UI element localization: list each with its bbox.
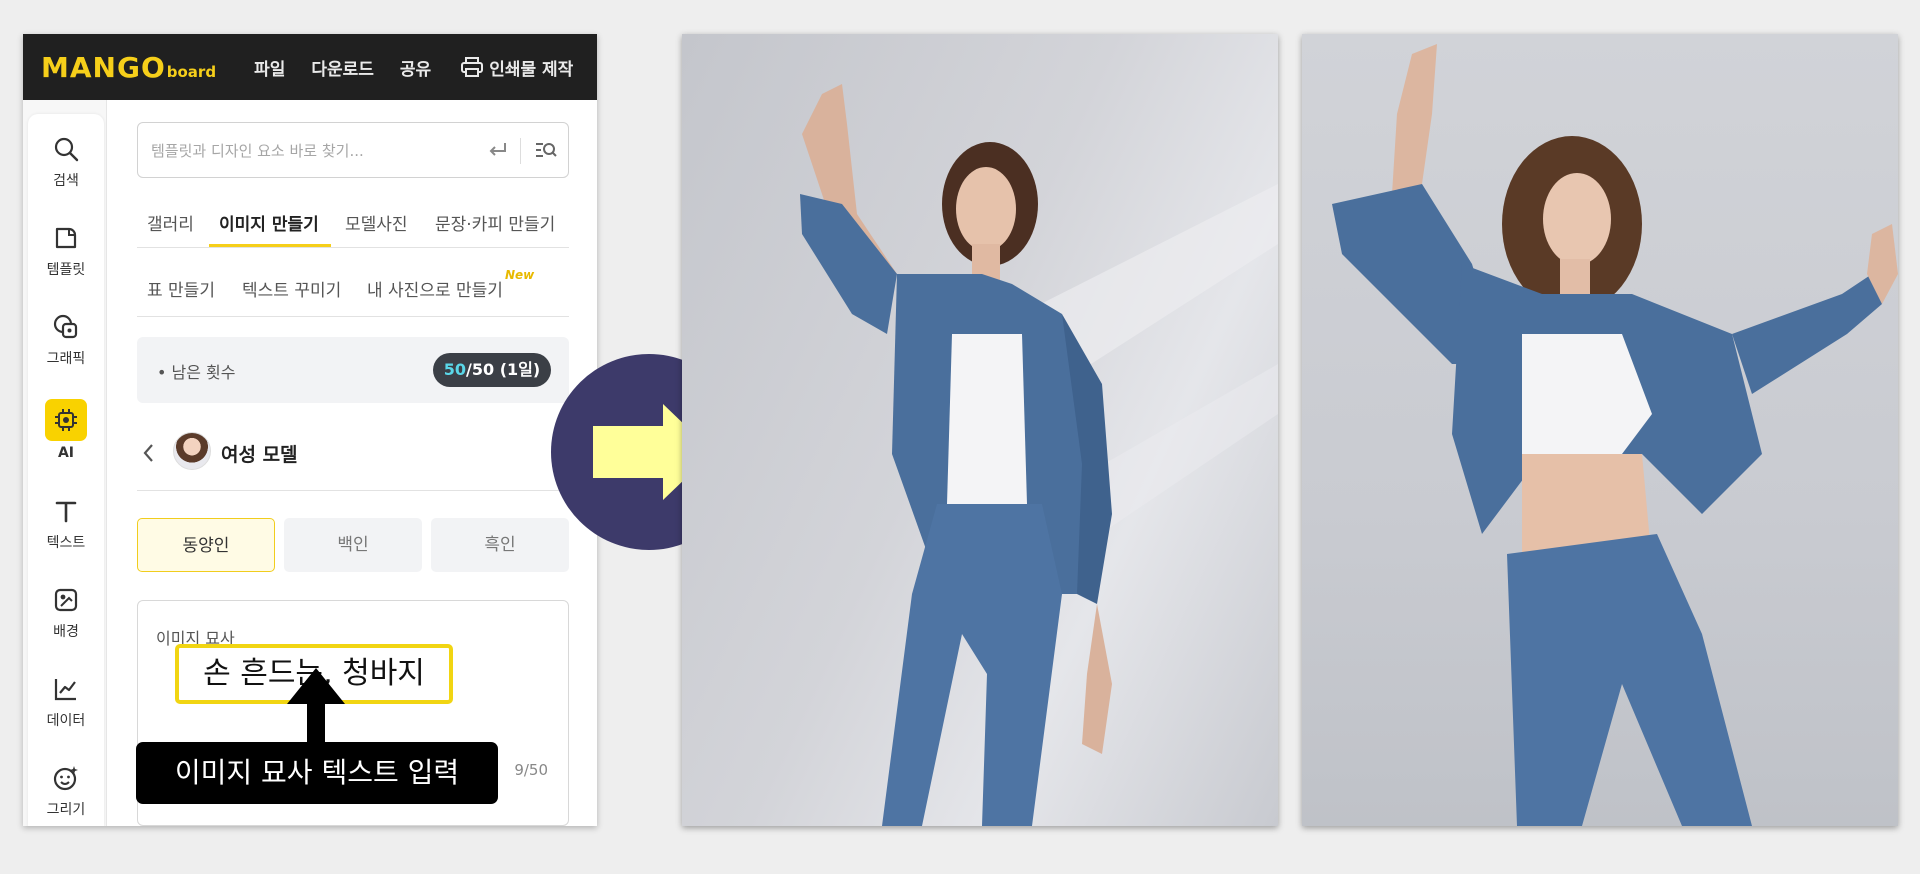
- enter-icon[interactable]: [486, 139, 508, 161]
- model-header: 여성 모델: [137, 428, 569, 478]
- divider: [137, 247, 569, 248]
- model-figure-2: [1332, 44, 1898, 826]
- ethnicity-white[interactable]: 백인: [284, 518, 422, 572]
- remaining-rest: /50 (1일): [466, 360, 541, 379]
- tab-table-create[interactable]: 표 만들기: [147, 276, 215, 301]
- tab-model-photo[interactable]: 모델사진: [345, 210, 408, 235]
- tab-image-create[interactable]: 이미지 만들기: [219, 210, 319, 235]
- avatar: [173, 432, 211, 470]
- tab-copy-create[interactable]: 문장·카피 만들기: [435, 210, 555, 235]
- result-image-2[interactable]: [1302, 34, 1898, 826]
- remaining-count-panel: • 남은 횟수 50/50 (1일): [137, 337, 569, 403]
- ethnicity-black[interactable]: 흑인: [431, 518, 569, 572]
- model-title: 여성 모델: [221, 444, 298, 466]
- new-badge: New: [505, 268, 535, 282]
- divider: [137, 316, 569, 317]
- tab-gallery[interactable]: 갤러리: [147, 210, 194, 235]
- remaining-label: • 남은 횟수: [157, 363, 236, 382]
- description-counter: 9/50: [514, 761, 548, 779]
- callout-label: 이미지 묘사 텍스트 입력: [136, 742, 498, 804]
- model-figure-1: [800, 84, 1278, 826]
- remaining-used: 50: [443, 360, 467, 379]
- tab-text-decor[interactable]: 텍스트 꾸미기: [242, 276, 341, 301]
- divider: [137, 490, 569, 491]
- remaining-badge: 50/50 (1일): [433, 353, 551, 387]
- search-separator: [520, 138, 521, 164]
- ethnicity-asian[interactable]: 동양인: [137, 518, 275, 572]
- filter-search-icon[interactable]: [534, 139, 558, 161]
- search-bar: [137, 122, 569, 178]
- tab-row-1: 갤러리 이미지 만들기 모델사진 문장·카피 만들기: [147, 210, 569, 246]
- chevron-left-icon[interactable]: [141, 442, 155, 464]
- tab-my-photo-create[interactable]: 내 사진으로 만들기: [367, 276, 503, 301]
- result-image-1[interactable]: [682, 34, 1278, 826]
- search-input[interactable]: [151, 140, 471, 162]
